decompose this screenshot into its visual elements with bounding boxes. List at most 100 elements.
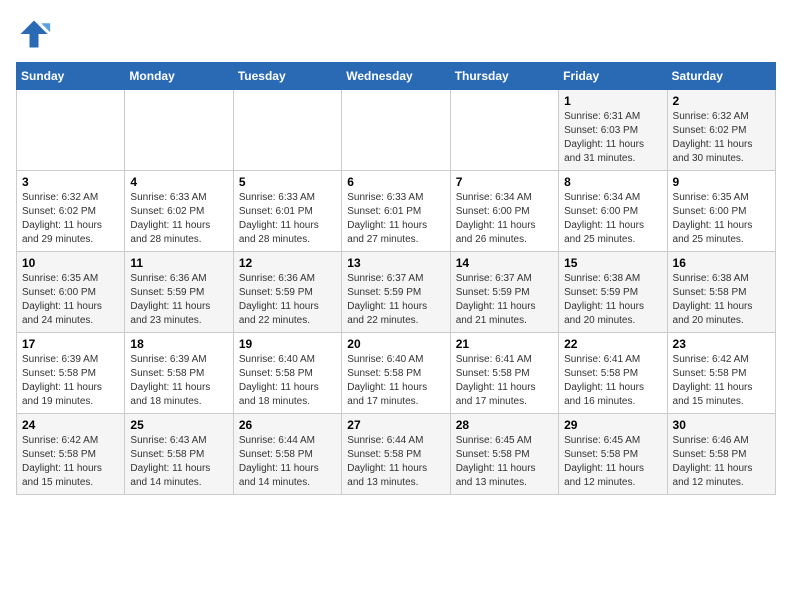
day-number: 19 bbox=[239, 337, 336, 351]
weekday-friday: Friday bbox=[559, 63, 667, 90]
calendar-cell: 12 Sunrise: 6:36 AM Sunset: 5:59 PM Dayli… bbox=[233, 252, 341, 333]
calendar-header: SundayMondayTuesdayWednesdayThursdayFrid… bbox=[17, 63, 776, 90]
calendar-cell: 27Sunrise: 6:44 AM Sunset: 5:58 PM Dayli… bbox=[342, 414, 450, 495]
calendar-cell: 22 Sunrise: 6:41 AM Sunset: 5:58 PM Dayli… bbox=[559, 333, 667, 414]
week-row-1: 1Sunrise: 6:31 AM Sunset: 6:03 PM Daylig… bbox=[17, 90, 776, 171]
day-info: Sunrise: 6:36 AM Sunset: 5:59 PM Dayligh… bbox=[130, 272, 227, 328]
calendar-cell: 17 Sunrise: 6:39 AM Sunset: 5:58 PM Dayli… bbox=[17, 333, 125, 414]
logo bbox=[16, 16, 56, 52]
day-number: 15 bbox=[564, 256, 661, 270]
day-info: Sunrise: 6:31 AM Sunset: 6:03 PM Dayligh… bbox=[564, 110, 661, 166]
day-info: Sunrise: 6:33 AM Sunset: 6:02 PM Dayligh… bbox=[130, 191, 227, 247]
weekday-sunday: Sunday bbox=[17, 63, 125, 90]
day-info: Sunrise: 6:33 AM Sunset: 6:01 PM Dayligh… bbox=[347, 191, 444, 247]
calendar-cell: 14Sunrise: 6:37 AM Sunset: 5:59 PM Dayli… bbox=[450, 252, 558, 333]
day-number: 28 bbox=[456, 418, 553, 432]
day-info: Sunrise: 6:40 AM Sunset: 5:58 PM Dayligh… bbox=[347, 353, 444, 409]
day-number: 22 bbox=[564, 337, 661, 351]
calendar-cell: 20 Sunrise: 6:40 AM Sunset: 5:58 PM Dayli… bbox=[342, 333, 450, 414]
calendar-cell: 16 Sunrise: 6:38 AM Sunset: 5:58 PM Dayli… bbox=[667, 252, 775, 333]
day-info: Sunrise: 6:42 AM Sunset: 5:58 PM Dayligh… bbox=[22, 434, 119, 490]
calendar-cell: 11 Sunrise: 6:36 AM Sunset: 5:59 PM Dayli… bbox=[125, 252, 233, 333]
calendar-cell: 5 Sunrise: 6:33 AM Sunset: 6:01 PM Daylig… bbox=[233, 171, 341, 252]
calendar-cell: 21 Sunrise: 6:41 AM Sunset: 5:58 PM Dayli… bbox=[450, 333, 558, 414]
calendar-cell bbox=[233, 90, 341, 171]
day-number: 4 bbox=[130, 175, 227, 189]
weekday-header-row: SundayMondayTuesdayWednesdayThursdayFrid… bbox=[17, 63, 776, 90]
day-info: Sunrise: 6:34 AM Sunset: 6:00 PM Dayligh… bbox=[456, 191, 553, 247]
day-number: 18 bbox=[130, 337, 227, 351]
calendar-cell: 1Sunrise: 6:31 AM Sunset: 6:03 PM Daylig… bbox=[559, 90, 667, 171]
calendar-table: SundayMondayTuesdayWednesdayThursdayFrid… bbox=[16, 62, 776, 495]
day-number: 29 bbox=[564, 418, 661, 432]
calendar-cell: 10 Sunrise: 6:35 AM Sunset: 6:00 PM Dayli… bbox=[17, 252, 125, 333]
day-info: Sunrise: 6:36 AM Sunset: 5:59 PM Dayligh… bbox=[239, 272, 336, 328]
day-info: Sunrise: 6:45 AM Sunset: 5:58 PM Dayligh… bbox=[456, 434, 553, 490]
calendar-cell: 19 Sunrise: 6:40 AM Sunset: 5:58 PM Dayli… bbox=[233, 333, 341, 414]
day-number: 26 bbox=[239, 418, 336, 432]
calendar-cell: 24 Sunrise: 6:42 AM Sunset: 5:58 PM Dayli… bbox=[17, 414, 125, 495]
day-number: 23 bbox=[673, 337, 770, 351]
week-row-3: 10 Sunrise: 6:35 AM Sunset: 6:00 PM Dayli… bbox=[17, 252, 776, 333]
calendar-cell: 7 Sunrise: 6:34 AM Sunset: 6:00 PM Daylig… bbox=[450, 171, 558, 252]
weekday-thursday: Thursday bbox=[450, 63, 558, 90]
day-number: 6 bbox=[347, 175, 444, 189]
weekday-monday: Monday bbox=[125, 63, 233, 90]
calendar-cell: 25 Sunrise: 6:43 AM Sunset: 5:58 PM Dayli… bbox=[125, 414, 233, 495]
calendar-cell: 30 Sunrise: 6:46 AM Sunset: 5:58 PM Dayli… bbox=[667, 414, 775, 495]
day-info: Sunrise: 6:38 AM Sunset: 5:58 PM Dayligh… bbox=[673, 272, 770, 328]
day-number: 9 bbox=[673, 175, 770, 189]
calendar-cell: 2Sunrise: 6:32 AM Sunset: 6:02 PM Daylig… bbox=[667, 90, 775, 171]
day-number: 7 bbox=[456, 175, 553, 189]
day-number: 20 bbox=[347, 337, 444, 351]
day-number: 16 bbox=[673, 256, 770, 270]
day-info: Sunrise: 6:41 AM Sunset: 5:58 PM Dayligh… bbox=[456, 353, 553, 409]
calendar-cell: 18 Sunrise: 6:39 AM Sunset: 5:58 PM Dayli… bbox=[125, 333, 233, 414]
day-info: Sunrise: 6:39 AM Sunset: 5:58 PM Dayligh… bbox=[22, 353, 119, 409]
day-number: 12 bbox=[239, 256, 336, 270]
day-info: Sunrise: 6:44 AM Sunset: 5:58 PM Dayligh… bbox=[347, 434, 444, 490]
calendar-cell bbox=[17, 90, 125, 171]
day-info: Sunrise: 6:46 AM Sunset: 5:58 PM Dayligh… bbox=[673, 434, 770, 490]
calendar-cell: 26 Sunrise: 6:44 AM Sunset: 5:58 PM Dayli… bbox=[233, 414, 341, 495]
day-number: 13 bbox=[347, 256, 444, 270]
calendar-cell: 29 Sunrise: 6:45 AM Sunset: 5:58 PM Dayli… bbox=[559, 414, 667, 495]
day-info: Sunrise: 6:45 AM Sunset: 5:58 PM Dayligh… bbox=[564, 434, 661, 490]
day-number: 25 bbox=[130, 418, 227, 432]
logo-icon bbox=[16, 16, 52, 52]
day-number: 24 bbox=[22, 418, 119, 432]
calendar-cell bbox=[342, 90, 450, 171]
day-info: Sunrise: 6:44 AM Sunset: 5:58 PM Dayligh… bbox=[239, 434, 336, 490]
calendar-cell: 3Sunrise: 6:32 AM Sunset: 6:02 PM Daylig… bbox=[17, 171, 125, 252]
day-info: Sunrise: 6:32 AM Sunset: 6:02 PM Dayligh… bbox=[673, 110, 770, 166]
calendar-cell: 23 Sunrise: 6:42 AM Sunset: 5:58 PM Dayli… bbox=[667, 333, 775, 414]
day-info: Sunrise: 6:33 AM Sunset: 6:01 PM Dayligh… bbox=[239, 191, 336, 247]
day-number: 11 bbox=[130, 256, 227, 270]
day-info: Sunrise: 6:42 AM Sunset: 5:58 PM Dayligh… bbox=[673, 353, 770, 409]
week-row-4: 17 Sunrise: 6:39 AM Sunset: 5:58 PM Dayli… bbox=[17, 333, 776, 414]
day-info: Sunrise: 6:40 AM Sunset: 5:58 PM Dayligh… bbox=[239, 353, 336, 409]
day-number: 30 bbox=[673, 418, 770, 432]
day-number: 21 bbox=[456, 337, 553, 351]
page-header bbox=[16, 16, 776, 52]
day-info: Sunrise: 6:37 AM Sunset: 5:59 PM Dayligh… bbox=[347, 272, 444, 328]
day-number: 5 bbox=[239, 175, 336, 189]
day-info: Sunrise: 6:35 AM Sunset: 6:00 PM Dayligh… bbox=[22, 272, 119, 328]
day-info: Sunrise: 6:43 AM Sunset: 5:58 PM Dayligh… bbox=[130, 434, 227, 490]
calendar-cell: 9Sunrise: 6:35 AM Sunset: 6:00 PM Daylig… bbox=[667, 171, 775, 252]
week-row-2: 3Sunrise: 6:32 AM Sunset: 6:02 PM Daylig… bbox=[17, 171, 776, 252]
week-row-5: 24 Sunrise: 6:42 AM Sunset: 5:58 PM Dayli… bbox=[17, 414, 776, 495]
day-info: Sunrise: 6:38 AM Sunset: 5:59 PM Dayligh… bbox=[564, 272, 661, 328]
day-number: 17 bbox=[22, 337, 119, 351]
day-number: 3 bbox=[22, 175, 119, 189]
calendar-body: 1Sunrise: 6:31 AM Sunset: 6:03 PM Daylig… bbox=[17, 90, 776, 495]
day-info: Sunrise: 6:41 AM Sunset: 5:58 PM Dayligh… bbox=[564, 353, 661, 409]
calendar-cell bbox=[450, 90, 558, 171]
calendar-cell: 13 Sunrise: 6:37 AM Sunset: 5:59 PM Dayli… bbox=[342, 252, 450, 333]
day-info: Sunrise: 6:37 AM Sunset: 5:59 PM Dayligh… bbox=[456, 272, 553, 328]
day-info: Sunrise: 6:39 AM Sunset: 5:58 PM Dayligh… bbox=[130, 353, 227, 409]
day-info: Sunrise: 6:34 AM Sunset: 6:00 PM Dayligh… bbox=[564, 191, 661, 247]
day-number: 10 bbox=[22, 256, 119, 270]
weekday-tuesday: Tuesday bbox=[233, 63, 341, 90]
calendar-cell: 8Sunrise: 6:34 AM Sunset: 6:00 PM Daylig… bbox=[559, 171, 667, 252]
